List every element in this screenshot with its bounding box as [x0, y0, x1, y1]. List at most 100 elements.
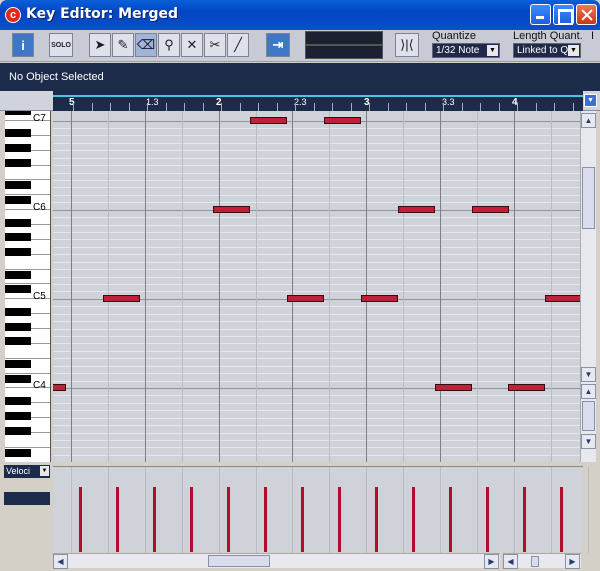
chevron-down-icon: ▼: [487, 45, 498, 56]
velocity-bar[interactable]: [190, 487, 193, 552]
black-key[interactable]: [5, 374, 31, 383]
midi-note[interactable]: [53, 384, 66, 391]
line-tool-button[interactable]: ╱: [227, 33, 249, 57]
velocity-bar[interactable]: [486, 487, 489, 552]
velocity-bar[interactable]: [523, 487, 526, 552]
midi-note[interactable]: [545, 295, 580, 302]
black-key[interactable]: [5, 426, 31, 435]
white-key[interactable]: [5, 255, 50, 270]
controller-select[interactable]: Veloci ▼: [4, 465, 50, 478]
velocity-bar[interactable]: [116, 487, 119, 552]
velocity-lane[interactable]: [53, 466, 589, 553]
velocity-bar[interactable]: [153, 487, 156, 552]
close-button[interactable]: [576, 4, 597, 25]
autoscroll-button[interactable]: ⇥: [266, 33, 290, 57]
velocity-bar[interactable]: [560, 487, 563, 552]
length-quant-select[interactable]: Linked to Q ▼: [513, 43, 581, 58]
ruler-menu-button[interactable]: ▼: [584, 94, 597, 107]
midi-note[interactable]: [435, 384, 472, 391]
horizontal-zoom[interactable]: ◀ ▶: [503, 553, 581, 569]
pencil-tool-button[interactable]: ✎: [112, 33, 134, 57]
zoom-out-vertical-button[interactable]: ▲: [581, 384, 596, 399]
chevron-down-icon: ▼: [40, 466, 49, 476]
chevron-down-icon: ▼: [568, 45, 579, 56]
grid-beat-line: [514, 111, 515, 462]
black-key[interactable]: [5, 233, 31, 242]
midi-note[interactable]: [287, 295, 324, 302]
grid-beat-line: [403, 111, 404, 462]
midi-note[interactable]: [213, 206, 250, 213]
chevron-down-icon: ▼: [584, 437, 593, 446]
velocity-bar[interactable]: [301, 487, 304, 552]
velocity-bar[interactable]: [79, 487, 82, 552]
black-key[interactable]: [5, 359, 31, 368]
scroll-thumb[interactable]: [582, 167, 595, 229]
zoom-slider-thumb[interactable]: [531, 556, 539, 567]
velocity-bar[interactable]: [449, 487, 452, 552]
minimize-button[interactable]: [530, 4, 551, 25]
black-key[interactable]: [5, 322, 31, 331]
black-key[interactable]: [5, 270, 31, 279]
midi-note[interactable]: [398, 206, 435, 213]
black-key[interactable]: [5, 411, 31, 420]
note-grid[interactable]: [53, 111, 580, 462]
ruler[interactable]: 5 1.3 2 2.3 3 3.3 4 ▼: [0, 91, 600, 111]
velocity-bar[interactable]: [338, 487, 341, 552]
black-key[interactable]: [5, 129, 31, 138]
snap-button[interactable]: ⟩|⟨: [395, 33, 419, 57]
midi-note[interactable]: [361, 295, 398, 302]
scroll-down-button[interactable]: ▼: [581, 367, 596, 382]
midi-note[interactable]: [324, 117, 361, 124]
quantize-value: 1/32 Note: [436, 45, 480, 56]
white-key[interactable]: [5, 344, 50, 359]
arrow-tool-button[interactable]: ➤: [89, 33, 111, 57]
grid-row-line: [53, 373, 580, 375]
black-key[interactable]: [5, 307, 31, 316]
grid-beat-line: [145, 111, 146, 462]
black-key[interactable]: [5, 111, 31, 116]
black-key[interactable]: [5, 448, 31, 457]
velocity-bar[interactable]: [412, 487, 415, 552]
midi-note[interactable]: [103, 295, 140, 302]
vertical-zoom-slider[interactable]: [582, 401, 595, 431]
scroll-up-button[interactable]: ▲: [581, 113, 596, 128]
zoom-in-vertical-button[interactable]: ▼: [581, 434, 596, 449]
scroll-left-button[interactable]: ◀: [53, 554, 68, 569]
solo-button[interactable]: SOLO: [49, 33, 73, 57]
vertical-scrollbar[interactable]: ▲ ▼ ▲ ▼: [580, 111, 596, 462]
close-icon: [577, 5, 596, 24]
black-key[interactable]: [5, 218, 31, 227]
cubase-icon[interactable]: c: [5, 7, 21, 23]
horizontal-scrollbar[interactable]: ◀ ▶: [53, 553, 500, 569]
split-tool-button[interactable]: ✂: [204, 33, 226, 57]
piano-keyboard[interactable]: C7 C6 C5 C4: [5, 111, 51, 462]
quantize-select[interactable]: 1/32 Note ▼: [432, 43, 500, 58]
black-key[interactable]: [5, 159, 31, 168]
black-key[interactable]: [5, 337, 31, 346]
maximize-button[interactable]: [553, 4, 574, 25]
scroll-right-button[interactable]: ▶: [484, 554, 499, 569]
velocity-bar[interactable]: [227, 487, 230, 552]
mute-tool-button[interactable]: ✕: [181, 33, 203, 57]
white-key[interactable]: [5, 433, 50, 448]
zoom-out-button[interactable]: ◀: [503, 554, 518, 569]
velocity-bar[interactable]: [264, 487, 267, 552]
midi-note[interactable]: [250, 117, 287, 124]
white-key[interactable]: [5, 165, 50, 181]
midi-note[interactable]: [508, 384, 545, 391]
eraser-tool-button[interactable]: ⌫: [135, 33, 157, 57]
black-key[interactable]: [5, 196, 31, 205]
black-key[interactable]: [5, 248, 31, 257]
black-key[interactable]: [5, 181, 31, 190]
grid-row-line: [53, 321, 580, 323]
velocity-bar[interactable]: [375, 487, 378, 552]
magnifier-tool-button[interactable]: ⚲: [158, 33, 180, 57]
black-key[interactable]: [5, 144, 31, 153]
black-key[interactable]: [5, 396, 31, 405]
black-key[interactable]: [5, 285, 31, 294]
ruler-track[interactable]: 5 1.3 2 2.3 3 3.3 4: [53, 91, 583, 111]
midi-note[interactable]: [472, 206, 509, 213]
info-button[interactable]: i: [12, 33, 34, 57]
horizontal-scroll-thumb[interactable]: [208, 555, 270, 567]
zoom-in-button[interactable]: ▶: [565, 554, 580, 569]
